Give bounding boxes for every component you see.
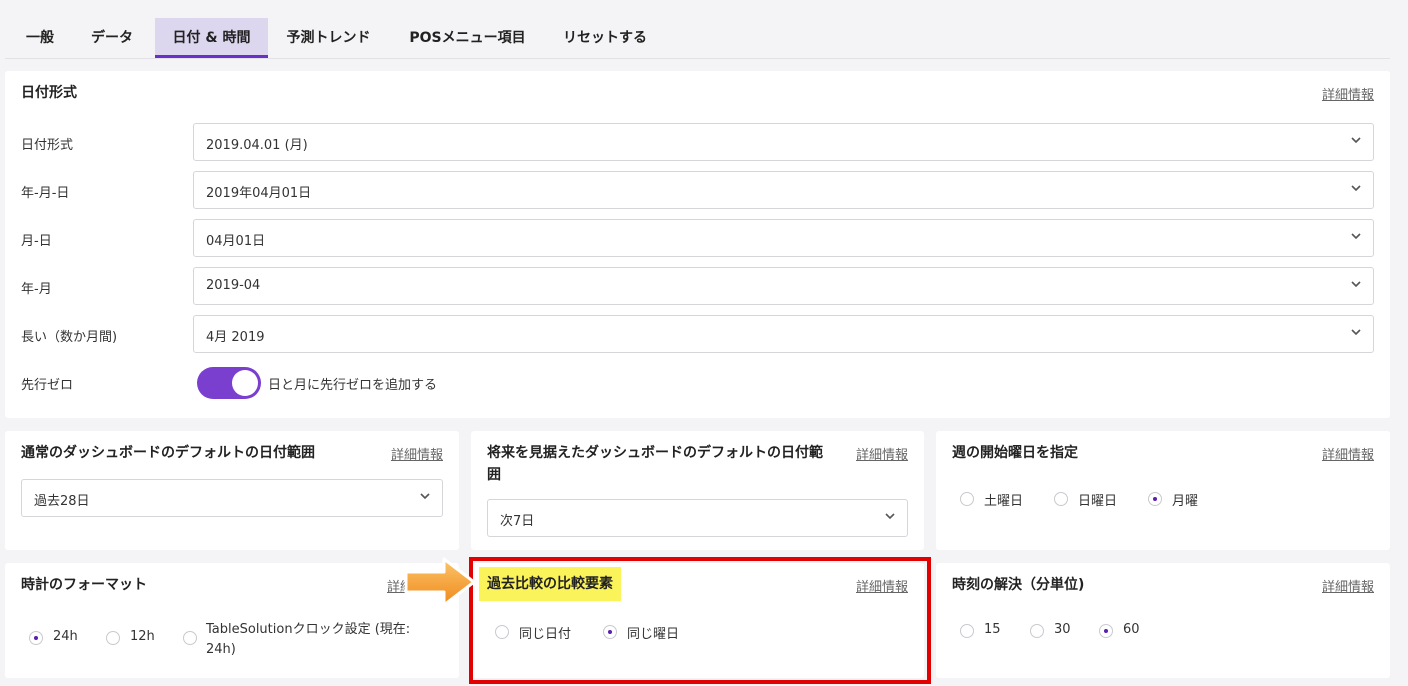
week-start-more-link[interactable]: 詳細情報 (1322, 444, 1374, 463)
date-format-more-link[interactable]: 詳細情報 (1322, 84, 1374, 103)
ymd-select[interactable]: 2019年04月01日 (193, 171, 1374, 209)
radio-saturday[interactable] (960, 492, 974, 506)
radio-label-sunday: 日曜日 (1078, 494, 1118, 509)
future-dashboard-select[interactable]: 次7日 (487, 499, 908, 537)
chevron-down-icon (1351, 233, 1361, 240)
chevron-down-icon (1351, 185, 1361, 192)
tab-date-time[interactable]: 日付 & 時間 (155, 18, 268, 58)
dashboard-default-select[interactable]: 過去28日 (21, 479, 443, 517)
md-select[interactable]: 04月01日 (193, 219, 1374, 257)
chevron-down-icon (1351, 137, 1361, 144)
radio-label-monday: 月曜 (1172, 494, 1199, 509)
clock-format-card: 時計のフォーマット 詳細情報 24h 12h TableSolutionクロック… (5, 563, 459, 678)
radio-15[interactable] (960, 624, 974, 638)
dashboard-default-title: 通常のダッシュボードのデフォルトの日付範囲 (21, 445, 315, 461)
time-resolution-more-link[interactable]: 詳細情報 (1322, 576, 1374, 595)
week-start-card: 週の開始曜日を指定 詳細情報 土曜日 日曜日 月曜 (936, 431, 1390, 550)
radio-30[interactable] (1030, 624, 1044, 638)
week-start-title: 週の開始曜日を指定 (952, 445, 1078, 461)
toggle-knob (232, 370, 258, 396)
date-format-select[interactable]: 2019.04.01 (月) (193, 123, 1374, 161)
radio-label-12h: 12h (130, 629, 155, 644)
radio-12h[interactable] (106, 631, 120, 645)
future-dashboard-more-link[interactable]: 詳細情報 (856, 444, 908, 463)
long-select[interactable]: 4月 2019 (193, 315, 1374, 353)
select-value: 次7日 (500, 514, 535, 529)
clock-format-title: 時計のフォーマット (21, 577, 147, 593)
dashboard-default-card: 通常のダッシュボードのデフォルトの日付範囲 詳細情報 過去28日 (5, 431, 459, 550)
tab-data[interactable]: データ (77, 18, 147, 58)
radio-sunday[interactable] (1054, 492, 1068, 506)
chevron-down-icon (885, 513, 895, 520)
date-format-card: 日付形式 詳細情報 日付形式 2019.04.01 (月) 年-月-日 2019… (5, 71, 1390, 418)
leading-zero-text: 日と月に先行ゼロを追加する (268, 378, 438, 393)
row-label-long: 長い（数か月間) (21, 330, 118, 345)
ym-select[interactable]: 2019-04 (193, 267, 1374, 305)
row-label-ymd: 年-月-日 (21, 186, 70, 201)
tab-pos-menu-items[interactable]: POSメニュー項目 (400, 18, 535, 58)
radio-label-60: 60 (1123, 622, 1140, 637)
future-dashboard-title: 将来を見据えたダッシュボードのデフォルトの日付範囲 (487, 445, 823, 483)
annotation-red-box (469, 557, 931, 684)
radio-60[interactable] (1099, 624, 1113, 638)
radio-label-30: 30 (1054, 622, 1071, 637)
time-resolution-title: 時刻の解決（分単位) (952, 577, 1085, 593)
date-format-title: 日付形式 (21, 85, 77, 101)
future-dashboard-card: 将来を見据えたダッシュボードのデフォルトの日付範囲 詳細情報 次7日 (471, 431, 924, 550)
chevron-down-icon (1351, 329, 1361, 336)
select-value: 過去28日 (34, 494, 90, 509)
chevron-down-icon (420, 493, 430, 500)
select-value: 4月 2019 (206, 330, 265, 345)
radio-label-tablesolution-clock: TableSolutionクロック設定 (現在: 24h) (206, 622, 411, 657)
time-resolution-card: 時刻の解決（分単位) 詳細情報 15 30 60 (936, 563, 1390, 678)
radio-label-24h: 24h (53, 629, 78, 644)
dashboard-default-more-link[interactable]: 詳細情報 (391, 444, 443, 463)
radio-monday[interactable] (1148, 492, 1162, 506)
row-label-ym: 年-月 (21, 282, 52, 297)
tab-general[interactable]: 一般 (10, 18, 70, 58)
radio-label-15: 15 (984, 622, 1001, 637)
tab-forecast-trend[interactable]: 予測トレンド (276, 18, 381, 58)
leading-zero-toggle[interactable] (197, 367, 261, 399)
row-label-md: 月-日 (21, 234, 52, 249)
select-value: 04月01日 (206, 234, 266, 249)
select-value: 2019-04 (206, 278, 261, 293)
select-value: 2019年04月01日 (206, 186, 312, 201)
tab-reset[interactable]: リセットする (555, 18, 655, 58)
arrow-right-icon (404, 557, 476, 607)
row-label-date-format: 日付形式 (21, 138, 74, 153)
select-value: 2019.04.01 (月) (206, 138, 308, 153)
tab-bar: 一般 データ 日付 & 時間 予測トレンド POSメニュー項目 リセットする (5, 0, 1390, 59)
radio-tablesolution-clock[interactable] (183, 631, 197, 645)
row-label-leading-zero: 先行ゼロ (21, 378, 74, 393)
radio-label-saturday: 土曜日 (984, 494, 1024, 509)
radio-24h[interactable] (29, 631, 43, 645)
chevron-down-icon (1351, 281, 1361, 288)
